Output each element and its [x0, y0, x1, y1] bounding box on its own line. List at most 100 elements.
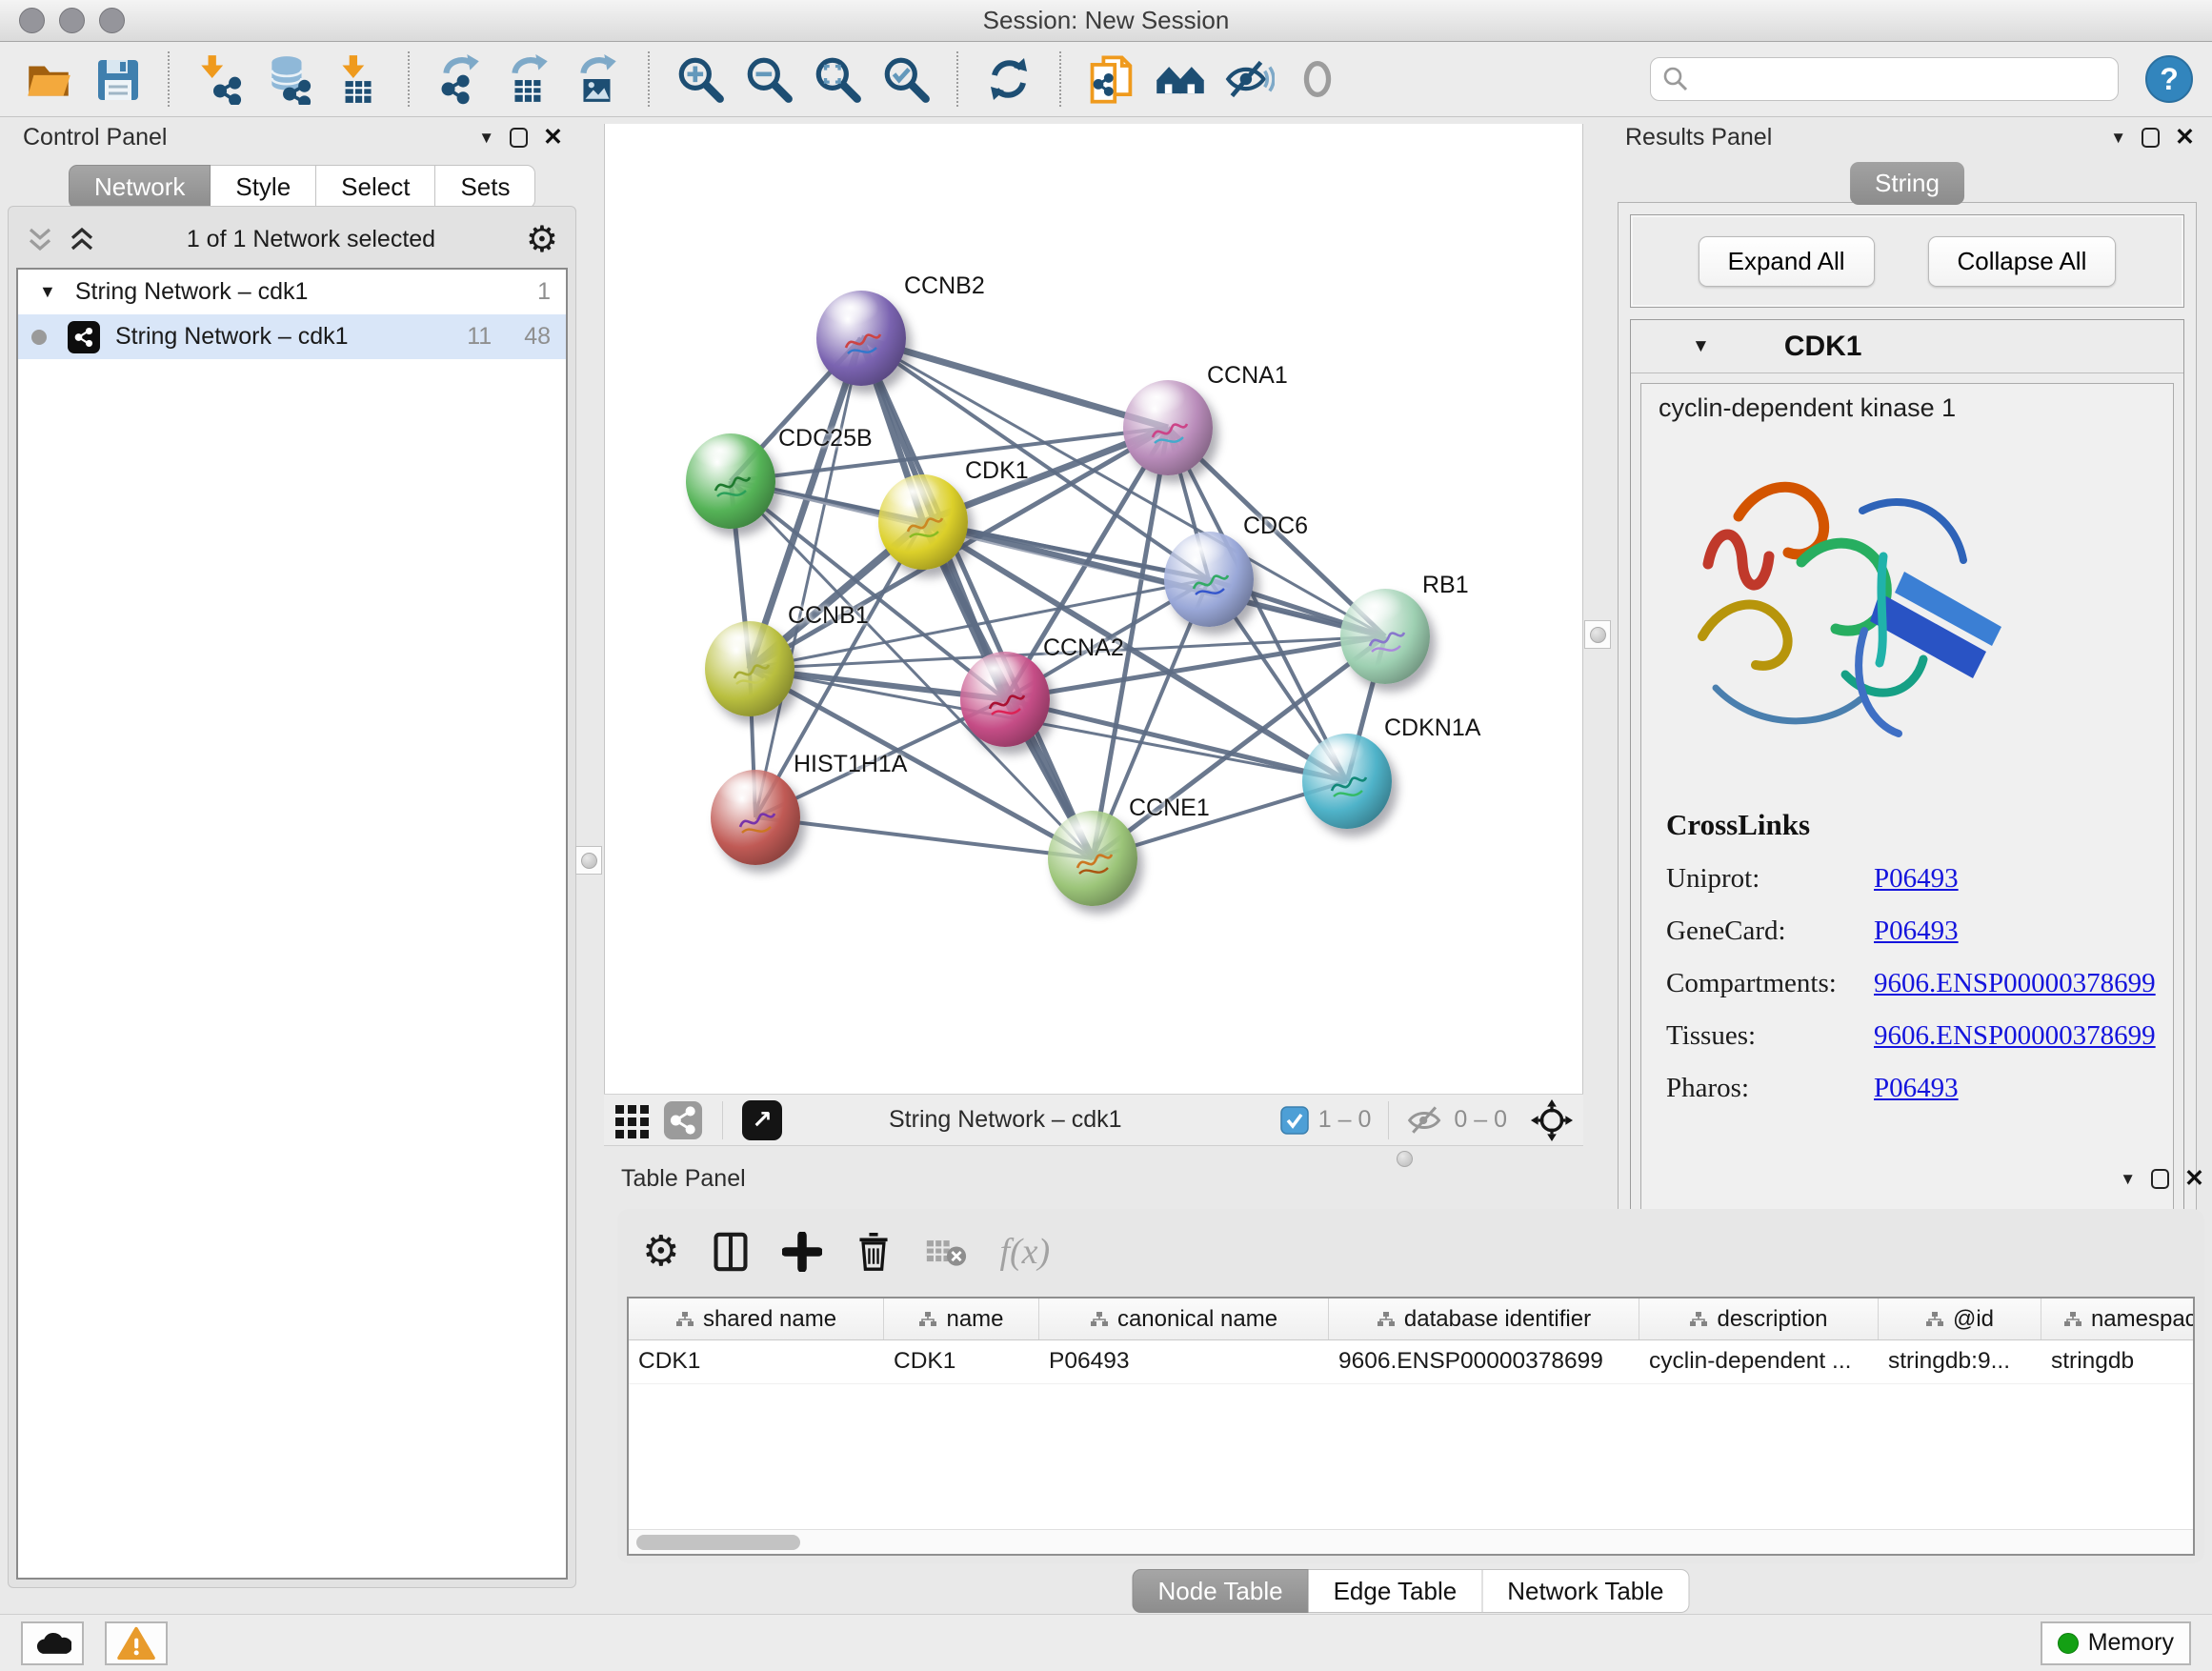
crosslink-link[interactable]: P06493: [1874, 1073, 1959, 1104]
import-network-button[interactable]: [191, 50, 250, 109]
show-hidden-button[interactable]: [1288, 50, 1347, 109]
table-cell[interactable]: stringdb:9...: [1879, 1340, 2041, 1383]
home-button[interactable]: [1151, 50, 1210, 109]
tab-string[interactable]: String: [1850, 162, 1964, 205]
window-close-button[interactable]: [19, 8, 45, 33]
export-table-button[interactable]: [499, 50, 558, 109]
float-panel-button[interactable]: [2151, 1169, 2169, 1189]
collapse-all-button[interactable]: Collapse All: [1928, 236, 2117, 287]
delete-table-icon[interactable]: [925, 1235, 967, 1269]
tab-select[interactable]: Select: [316, 165, 435, 209]
network-node-CCNE1[interactable]: [1048, 811, 1137, 906]
right-splitter-handle[interactable]: [1584, 620, 1611, 649]
crosslink-link[interactable]: P06493: [1874, 863, 1959, 895]
network-node-CCNB2[interactable]: [816, 291, 906, 386]
tab-edge-table[interactable]: Edge Table: [1309, 1569, 1483, 1613]
export-image-button[interactable]: [568, 50, 627, 109]
birdseye-grid-icon[interactable]: [613, 1101, 652, 1139]
refresh-button[interactable]: [979, 50, 1038, 109]
delete-column-icon[interactable]: [855, 1231, 893, 1273]
fit-content-crosshair-icon[interactable]: [1530, 1098, 1574, 1142]
crosslink-link[interactable]: P06493: [1874, 916, 1959, 947]
horizontal-scrollbar[interactable]: [629, 1529, 2193, 1554]
search-input[interactable]: [1699, 66, 2106, 92]
network-node-RB1[interactable]: [1340, 589, 1430, 684]
float-panel-button[interactable]: [510, 128, 528, 148]
network-node-CDC6[interactable]: [1164, 532, 1254, 627]
tab-network-table[interactable]: Network Table: [1482, 1569, 1689, 1613]
column-header-description[interactable]: description: [1639, 1299, 1879, 1339]
network-node-CCNA1[interactable]: [1123, 380, 1213, 475]
tab-network[interactable]: Network: [69, 165, 211, 209]
window-minimize-button[interactable]: [59, 8, 85, 33]
network-node-CDC25B[interactable]: [686, 433, 775, 529]
expand-all-button[interactable]: Expand All: [1699, 236, 1875, 287]
copy-network-button[interactable]: [1082, 50, 1141, 109]
gene-card-header[interactable]: ▼ CDK1: [1631, 320, 2183, 373]
tree-expand-icon[interactable]: ▼: [39, 282, 56, 302]
column-header-canonical-name[interactable]: canonical name: [1039, 1299, 1329, 1339]
close-panel-button[interactable]: ✕: [2184, 1167, 2204, 1191]
export-network-button[interactable]: [431, 50, 490, 109]
crosslink-link[interactable]: 9606.ENSP00000378699: [1874, 1020, 2156, 1052]
column-header-database-identifier[interactable]: database identifier: [1329, 1299, 1639, 1339]
close-panel-button[interactable]: ✕: [2175, 126, 2195, 150]
crosslink-link[interactable]: 9606.ENSP00000378699: [1874, 968, 2156, 999]
import-table-button[interactable]: [328, 50, 387, 109]
table-row[interactable]: CDK1CDK1P064939606.ENSP00000378699cyclin…: [629, 1340, 2193, 1384]
memory-button[interactable]: Memory: [2041, 1621, 2191, 1665]
share-view-icon[interactable]: [663, 1100, 703, 1140]
column-header-name[interactable]: name: [884, 1299, 1039, 1339]
save-session-button[interactable]: [88, 50, 147, 109]
network-options-gear-icon[interactable]: ⚙: [526, 221, 558, 257]
open-view-in-window-button[interactable]: ↗: [742, 1100, 782, 1140]
scrollbar-thumb[interactable]: [636, 1535, 800, 1550]
network-node-CCNA2[interactable]: [960, 652, 1050, 747]
help-button[interactable]: ?: [2145, 55, 2193, 103]
collapse-panel-button[interactable]: ▼: [478, 129, 494, 148]
float-panel-button[interactable]: [2142, 128, 2160, 148]
tab-style[interactable]: Style: [211, 165, 316, 209]
left-splitter-handle[interactable]: [575, 846, 602, 875]
zoom-in-button[interactable]: [671, 50, 730, 109]
expand-all-icon[interactable]: [68, 225, 96, 253]
collapse-panel-button[interactable]: ▼: [2110, 129, 2126, 148]
zoom-fit-button[interactable]: [808, 50, 867, 109]
tab-sets[interactable]: Sets: [435, 165, 535, 209]
hidden-eye-icon[interactable]: [1406, 1104, 1444, 1137]
table-cell[interactable]: stringdb: [2041, 1340, 2195, 1383]
network-edge[interactable]: [1005, 699, 1347, 781]
network-node-CCNB1[interactable]: [705, 621, 794, 716]
add-column-icon[interactable]: [782, 1232, 822, 1272]
network-edge[interactable]: [755, 817, 1093, 858]
collapse-all-icon[interactable]: [26, 225, 54, 253]
network-node-HIST1H1A[interactable]: [711, 770, 800, 865]
cloud-status-button[interactable]: [21, 1621, 84, 1665]
network-node-CDKN1A[interactable]: [1302, 734, 1392, 829]
network-node-CDK1[interactable]: [878, 474, 968, 570]
open-session-button[interactable]: [19, 50, 78, 109]
hide-selected-button[interactable]: [1219, 50, 1278, 109]
column-header-namespace[interactable]: namespace: [2041, 1299, 2195, 1339]
column-header--id[interactable]: @id: [1879, 1299, 2041, 1339]
table-cell[interactable]: CDK1: [884, 1340, 1039, 1383]
collapse-panel-button[interactable]: ▼: [2120, 1170, 2136, 1189]
table-options-gear-icon[interactable]: ⚙: [642, 1231, 679, 1273]
selected-checkbox-icon[interactable]: [1280, 1106, 1309, 1135]
network-row[interactable]: String Network – cdk1 11 48: [18, 314, 566, 359]
function-builder-icon[interactable]: f(x): [999, 1231, 1050, 1273]
table-cell[interactable]: P06493: [1039, 1340, 1329, 1383]
network-edge[interactable]: [861, 338, 1168, 428]
window-zoom-button[interactable]: [99, 8, 125, 33]
tab-node-table[interactable]: Node Table: [1133, 1569, 1309, 1613]
warnings-button[interactable]: [105, 1621, 168, 1665]
table-cell[interactable]: cyclin-dependent ...: [1639, 1340, 1879, 1383]
network-edge[interactable]: [755, 338, 861, 817]
collapse-gene-icon[interactable]: ▼: [1692, 336, 1710, 357]
network-canvas[interactable]: CCNB2 CCNA1 CDC25B CDK1 CDC6 RB1 CCNB1 C…: [604, 124, 1583, 1094]
close-panel-button[interactable]: ✕: [543, 126, 563, 150]
zoom-out-button[interactable]: [739, 50, 798, 109]
column-header-shared-name[interactable]: shared name: [629, 1299, 884, 1339]
import-network-from-database-button[interactable]: [259, 50, 318, 109]
zoom-selected-button[interactable]: [876, 50, 935, 109]
